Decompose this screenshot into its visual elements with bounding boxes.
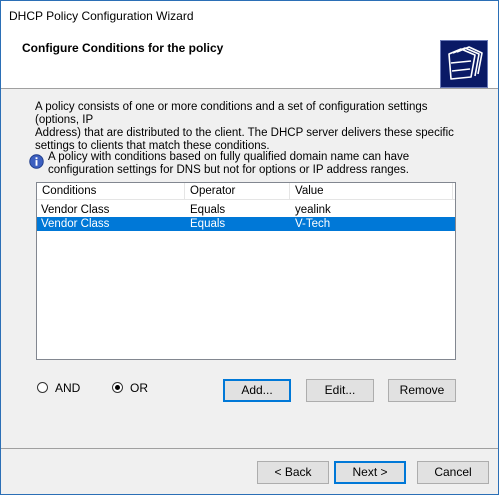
wizard-folders-icon <box>440 40 488 88</box>
condition-cell: Vendor Class <box>41 218 110 230</box>
page-heading: Configure Conditions for the policy <box>22 41 224 55</box>
column-header-value[interactable]: Value <box>290 183 453 200</box>
value-cell: yealink <box>295 204 331 216</box>
column-header-conditions[interactable]: Conditions <box>37 183 185 200</box>
wizard-body: A policy consists of one or more conditi… <box>1 90 498 448</box>
description-text: A policy consists of one or more conditi… <box>35 101 465 153</box>
wizard-header: Configure Conditions for the policy <box>1 31 498 89</box>
condition-row[interactable]: Vendor Class Equals yealink <box>37 203 455 217</box>
conditions-listview[interactable]: Conditions Operator Value Vendor Class E… <box>36 182 456 360</box>
condition-cell: Vendor Class <box>41 204 110 216</box>
wizard-window: DHCP Policy Configuration Wizard Configu… <box>0 0 499 495</box>
info-icon <box>29 154 44 169</box>
condition-row-selected[interactable]: Vendor Class Equals V-Tech <box>37 217 455 231</box>
window-title: DHCP Policy Configuration Wizard <box>9 9 194 23</box>
info-text: A policy with conditions based on fully … <box>48 151 448 177</box>
operator-cell: Equals <box>190 218 226 230</box>
folders-graphic <box>448 46 483 80</box>
listview-header: Conditions Operator Value <box>37 183 455 200</box>
wizard-footer: < Back Next > Cancel <box>1 448 498 494</box>
next-button[interactable]: Next > <box>334 461 406 484</box>
radio-and[interactable]: AND <box>37 381 87 395</box>
edit-button[interactable]: Edit... <box>306 379 374 402</box>
description-line: Address) that are distributed to the cli… <box>35 127 454 139</box>
back-button[interactable]: < Back <box>257 461 329 484</box>
remove-button[interactable]: Remove <box>388 379 456 402</box>
radio-and-label: AND <box>55 381 81 395</box>
description-line: A policy consists of one or more conditi… <box>35 101 428 126</box>
radio-selected-dot <box>115 385 120 390</box>
add-button[interactable]: Add... <box>223 379 291 402</box>
radio-or[interactable]: OR <box>112 381 157 395</box>
info-line: configuration settings for DNS but not f… <box>48 164 409 176</box>
radio-and-circle[interactable] <box>37 382 48 393</box>
cancel-button[interactable]: Cancel <box>417 461 489 484</box>
column-header-operator[interactable]: Operator <box>185 183 290 200</box>
radio-or-circle[interactable] <box>112 382 123 393</box>
radio-or-label: OR <box>130 381 148 395</box>
operator-cell: Equals <box>190 204 226 216</box>
value-cell: V-Tech <box>295 218 331 230</box>
title-bar: DHCP Policy Configuration Wizard <box>1 1 498 31</box>
info-line: A policy with conditions based on fully … <box>48 151 410 163</box>
